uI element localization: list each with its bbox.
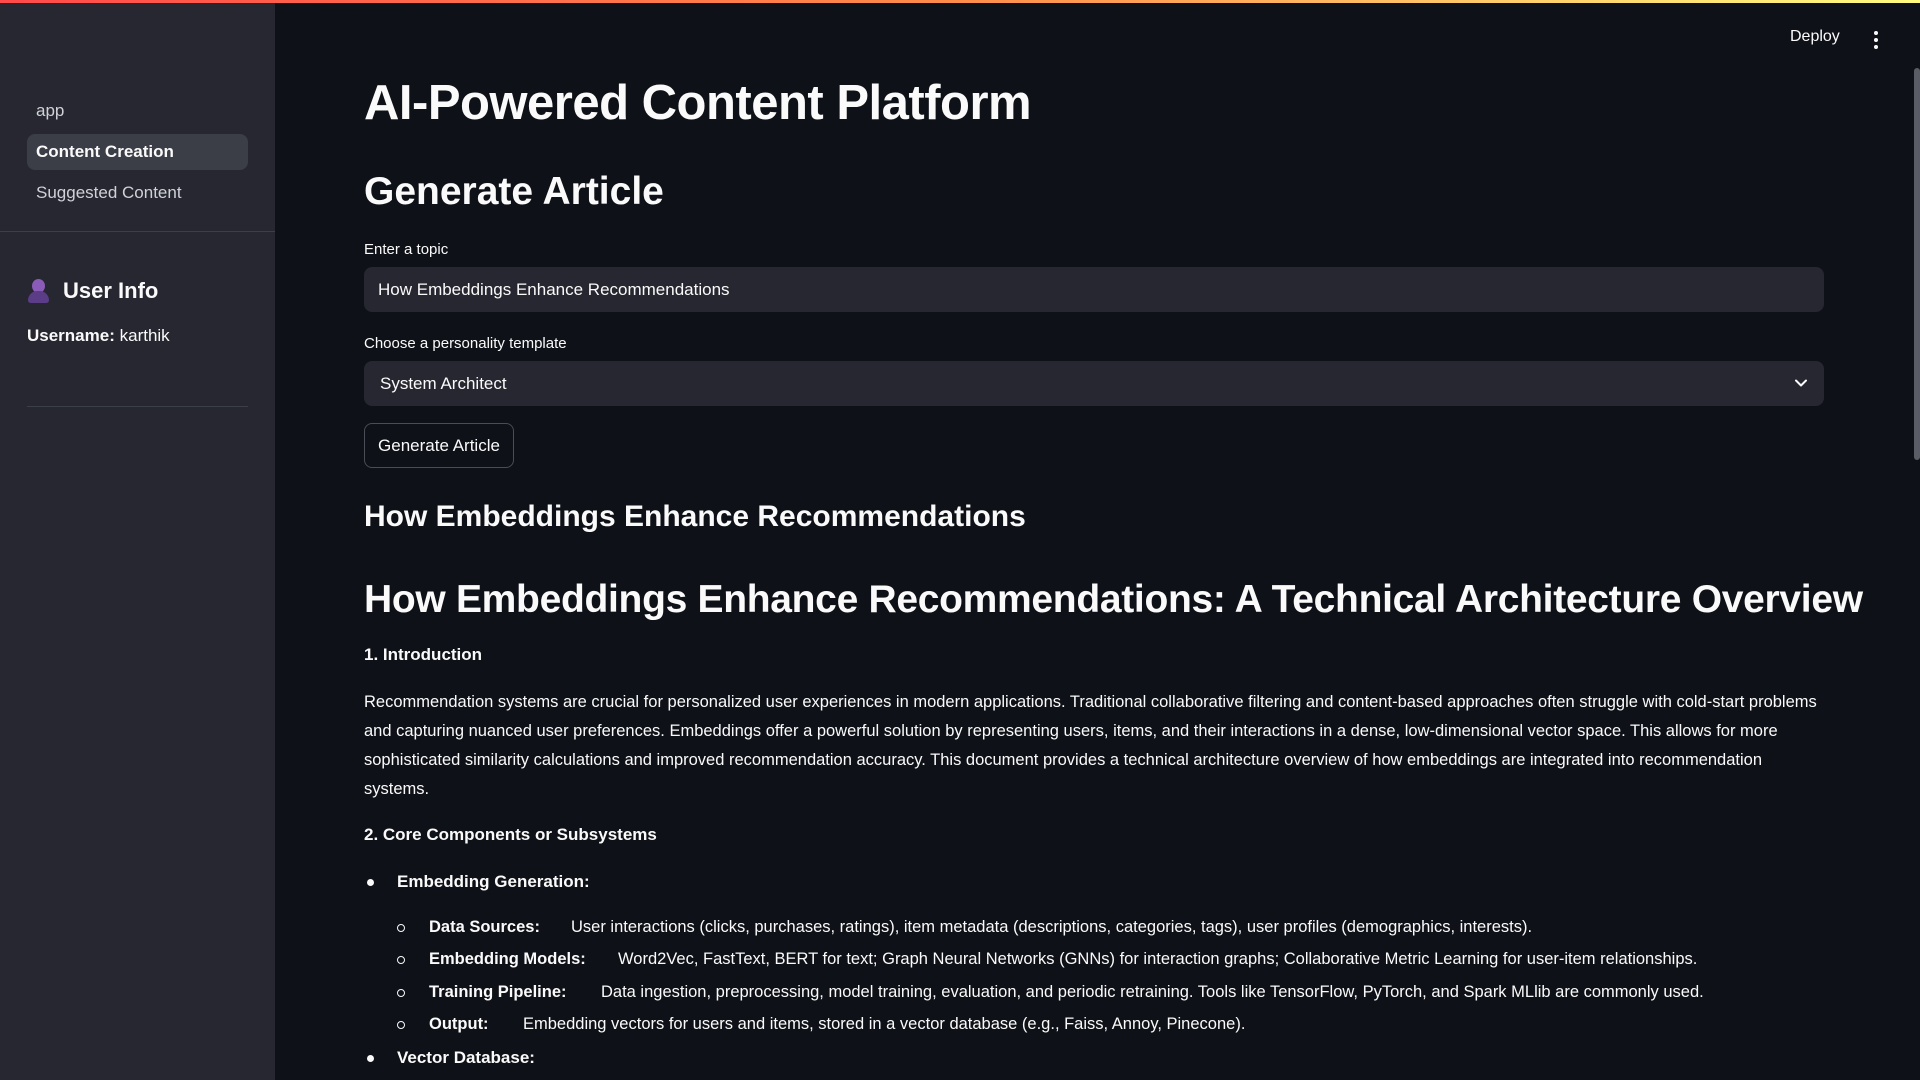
deploy-button[interactable]: Deploy: [1790, 28, 1840, 46]
bullet-icon: [367, 1055, 374, 1062]
list-item-text: Word2Vec, FastText, BERT for text; Graph…: [618, 950, 1698, 968]
list-item-label: Vector Database:: [397, 1048, 535, 1067]
article-heading: How Embeddings Enhance Recommendations: …: [364, 578, 1863, 621]
list-item-text: Embedding vectors for users and items, s…: [523, 1015, 1246, 1033]
sidebar-item-app[interactable]: app: [27, 93, 248, 129]
bullet-icon: [397, 924, 405, 932]
sidebar: app Content Creation Suggested Content U…: [0, 0, 275, 1080]
vertical-dots-icon[interactable]: [1872, 31, 1880, 49]
scrollbar-thumb[interactable]: [1914, 68, 1920, 460]
template-label: Choose a personality template: [364, 335, 567, 352]
topic-input[interactable]: [364, 267, 1824, 312]
generate-article-button[interactable]: Generate Article: [364, 423, 514, 468]
sidebar-divider: [0, 231, 275, 232]
list-item-text: Data ingestion, preprocessing, model tra…: [601, 983, 1704, 1001]
core-heading: 2. Core Components or Subsystems: [364, 825, 657, 844]
list-item-text: User interactions (clicks, purchases, ra…: [571, 918, 1533, 936]
list-item-label: Output:: [429, 1015, 489, 1033]
section-title: Generate Article: [364, 170, 664, 213]
bullet-icon: [397, 956, 405, 964]
intro-heading: 1. Introduction: [364, 645, 483, 664]
bullet-icon: [397, 1021, 405, 1029]
topic-label: Enter a topic: [364, 241, 449, 258]
chevron-down-icon: [1795, 379, 1807, 387]
intro-paragraph: Recommendation systems are crucial for p…: [364, 693, 1817, 798]
sidebar-nav: app Content Creation Suggested Content: [27, 93, 248, 216]
sidebar-divider-bottom: [27, 406, 248, 407]
list-item-label: Embedding Models:: [429, 950, 586, 968]
list-item-label: Data Sources:: [429, 918, 540, 936]
sidebar-item-content-creation[interactable]: Content Creation: [27, 134, 248, 170]
user-info-header: User Info: [27, 278, 158, 304]
username-line: Username: karthik: [27, 326, 170, 346]
bullet-icon: [367, 879, 374, 886]
list-item-label: Embedding Generation:: [397, 872, 590, 891]
page-title: AI-Powered Content Platform: [364, 76, 1032, 130]
list-item-label: Training Pipeline:: [429, 983, 567, 1001]
username-value: karthik: [119, 326, 170, 345]
template-select-value: System Architect: [380, 374, 507, 393]
sidebar-item-suggested-content[interactable]: Suggested Content: [27, 175, 248, 211]
template-select[interactable]: System Architect: [364, 361, 1824, 406]
article-subtitle: How Embeddings Enhance Recommendations: [364, 500, 1026, 533]
user-info-title: User Info: [63, 278, 159, 303]
bullet-icon: [397, 989, 405, 997]
top-accent-bar: [0, 0, 1920, 3]
username-label: Username:: [27, 326, 115, 345]
user-icon: [27, 278, 51, 304]
